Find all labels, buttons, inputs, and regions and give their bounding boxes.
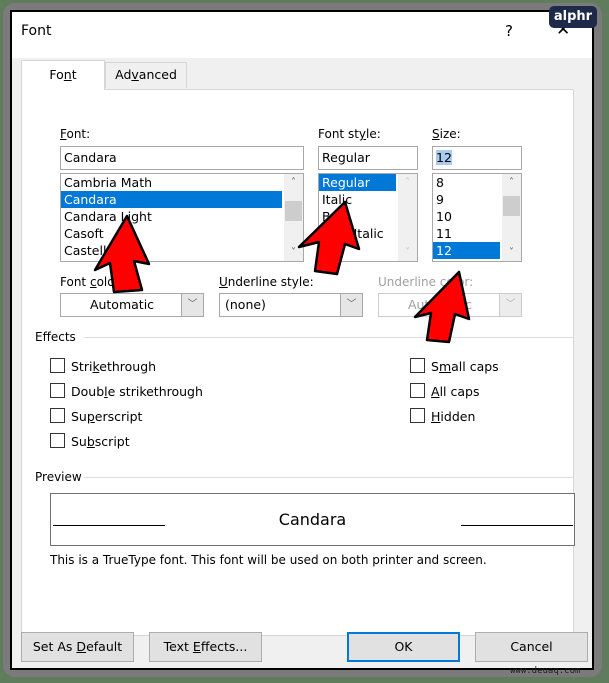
size-option[interactable]: 10 bbox=[433, 208, 500, 225]
help-button[interactable]: ? bbox=[505, 22, 513, 40]
all-caps-checkbox[interactable]: All caps bbox=[410, 383, 479, 399]
arrow-shape bbox=[297, 200, 361, 276]
preview-label: Preview bbox=[35, 470, 82, 484]
font-type-note: This is a TrueType font. This font will … bbox=[50, 553, 487, 567]
checkbox-icon[interactable] bbox=[50, 433, 65, 448]
checkbox-icon[interactable] bbox=[50, 383, 65, 398]
cancel-button[interactable]: Cancel bbox=[475, 632, 588, 662]
red-arrow-annotation-font bbox=[93, 214, 151, 294]
font-option[interactable]: Candara bbox=[61, 191, 282, 208]
tab-font[interactable]: Font bbox=[21, 60, 105, 90]
title-bar: Font ? ✕ bbox=[12, 12, 592, 58]
superscript-checkbox[interactable]: Superscript bbox=[50, 408, 142, 424]
size-option[interactable]: 8 bbox=[433, 174, 500, 191]
checkbox-icon[interactable] bbox=[410, 383, 425, 398]
double-strikethrough-checkbox[interactable]: Double strikethrough bbox=[50, 383, 203, 399]
size-list[interactable]: 8 9 10 11 12 ˄ ˅ bbox=[432, 173, 522, 262]
font-style-option[interactable]: Regular bbox=[319, 174, 396, 191]
hidden-checkbox[interactable]: Hidden bbox=[410, 408, 475, 424]
effects-divider bbox=[84, 337, 574, 338]
checkbox-icon[interactable] bbox=[410, 358, 425, 373]
scroll-down-icon[interactable]: ˅ bbox=[502, 244, 521, 261]
ok-button[interactable]: OK bbox=[347, 632, 460, 662]
underline-style-label: Underline style: bbox=[219, 275, 314, 289]
size-list-scroll-thumb[interactable] bbox=[503, 196, 520, 216]
scroll-up-icon[interactable]: ˄ bbox=[284, 174, 303, 191]
preview-text: Candara bbox=[278, 510, 347, 529]
preview-box: Candara bbox=[50, 493, 575, 546]
chevron-down-icon[interactable]: ﹀ bbox=[181, 294, 203, 316]
font-label: Font: bbox=[60, 127, 91, 141]
size-input-value: 12 bbox=[436, 150, 452, 165]
preview-baseline-right bbox=[461, 525, 573, 526]
set-as-default-button[interactable]: Set As Default bbox=[21, 632, 134, 662]
text-effects-button[interactable]: Text Effects... bbox=[149, 632, 262, 662]
chevron-down-icon: ﹀ bbox=[499, 294, 521, 316]
size-list-scrollbar[interactable]: ˄ ˅ bbox=[502, 174, 521, 261]
small-caps-checkbox[interactable]: Small caps bbox=[410, 358, 499, 374]
tab-advanced[interactable]: Advanced bbox=[105, 62, 187, 88]
checkbox-icon[interactable] bbox=[410, 408, 425, 423]
scroll-down-icon: ˅ bbox=[405, 247, 410, 258]
font-color-dropdown[interactable]: Automatic ﹀ bbox=[60, 293, 204, 317]
alphr-watermark: alphr bbox=[549, 6, 597, 28]
scroll-up-icon: ˄ bbox=[405, 177, 410, 188]
credit-watermark: www.deuaq.com bbox=[510, 666, 581, 676]
font-input[interactable]: Candara bbox=[60, 146, 304, 170]
chevron-down-icon[interactable]: ﹀ bbox=[340, 294, 362, 316]
red-arrow-annotation-style bbox=[297, 200, 361, 276]
font-option[interactable]: Cambria Math bbox=[61, 174, 282, 191]
size-option[interactable]: 12 bbox=[433, 242, 500, 259]
preview-divider bbox=[84, 477, 574, 478]
subscript-checkbox[interactable]: Subscript bbox=[50, 433, 130, 449]
font-style-input[interactable]: Regular bbox=[318, 146, 418, 170]
underline-style-dropdown[interactable]: (none) ﹀ bbox=[219, 293, 363, 317]
size-option[interactable]: 9 bbox=[433, 191, 500, 208]
size-label: Size: bbox=[432, 127, 461, 141]
font-dialog: Font ? ✕ Font Advanced Font: Candara Cam… bbox=[10, 10, 594, 670]
font-color-value: Automatic bbox=[89, 297, 155, 312]
effects-label: Effects bbox=[35, 330, 76, 344]
font-style-label: Font style: bbox=[318, 127, 381, 141]
font-style-scrollbar: ˄ ˅ bbox=[398, 174, 417, 261]
red-arrow-annotation-size bbox=[413, 270, 471, 344]
size-option[interactable]: 11 bbox=[433, 225, 500, 242]
arrow-shape bbox=[93, 214, 151, 294]
checkbox-icon[interactable] bbox=[50, 408, 65, 423]
strikethrough-checkbox[interactable]: Strikethrough bbox=[50, 358, 156, 374]
underline-style-value: (none) bbox=[225, 297, 266, 312]
checkbox-icon[interactable] bbox=[50, 358, 65, 373]
size-input[interactable]: 12 bbox=[432, 146, 522, 170]
dialog-title: Font bbox=[21, 23, 52, 39]
scroll-up-icon[interactable]: ˄ bbox=[502, 174, 521, 191]
arrow-shape bbox=[413, 270, 471, 344]
